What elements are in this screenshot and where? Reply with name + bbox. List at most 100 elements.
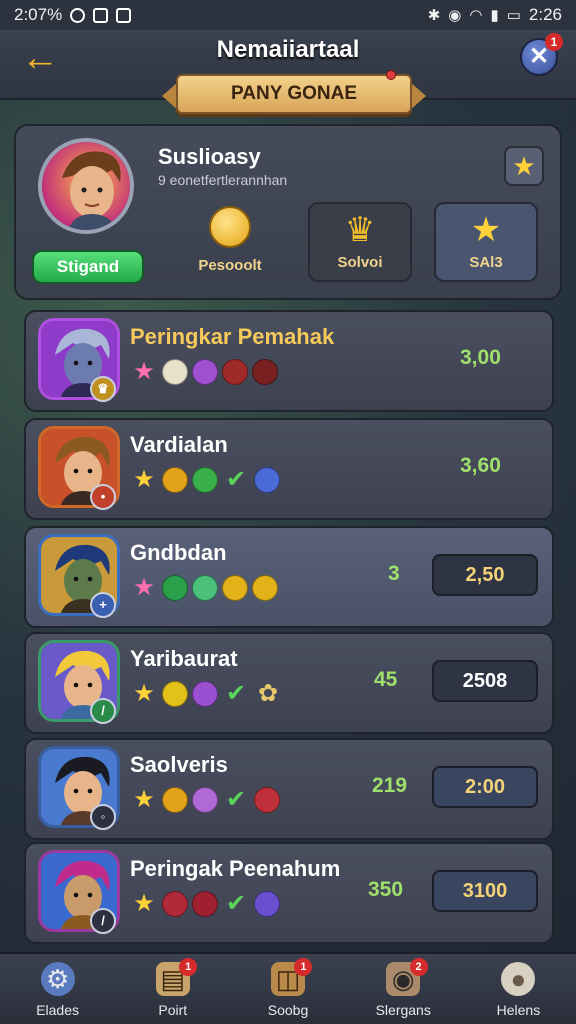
nav-item-slergans[interactable]: ◉ 2 Slergans <box>346 954 461 1024</box>
gem-icon <box>162 575 188 601</box>
score-button[interactable]: 3100 <box>432 870 538 912</box>
player-name: Vardialan <box>130 432 228 457</box>
gem-icon <box>252 359 278 385</box>
coin-icon <box>162 681 188 707</box>
photo-icon <box>116 7 132 23</box>
player-score: 3,00 <box>460 346 501 369</box>
player-name: Yaribaurat <box>130 646 238 671</box>
level-badge: + <box>90 592 116 618</box>
signal-icon: ▮ <box>490 7 499 24</box>
coin-icon <box>252 575 278 601</box>
coin-icon <box>209 206 251 248</box>
gem-icon <box>192 575 218 601</box>
player-name: Peringkar Pemahak <box>130 324 335 349</box>
star-icon: ★ <box>133 574 155 601</box>
shield-icon <box>162 359 188 385</box>
badge-list: ★ <box>130 574 278 602</box>
app-icon <box>93 7 109 23</box>
badge-list: ★ ✔ <box>130 890 280 918</box>
gem-icon <box>254 467 280 493</box>
player-score: 3 <box>388 562 400 585</box>
check-icon: ✔ <box>225 466 247 493</box>
score-button[interactable]: 2:00 <box>432 766 538 808</box>
check-icon: ✔ <box>225 890 247 917</box>
gem-icon <box>254 891 280 917</box>
player-name: Gndbdan <box>130 540 227 565</box>
stat-stars[interactable]: ★ SAl3 <box>434 202 538 282</box>
gear-icon: ⚙ <box>40 962 75 996</box>
player-name: Saolveris <box>130 752 228 777</box>
notification-badge: 1 <box>294 958 313 976</box>
flower-icon: ✿ <box>257 680 279 707</box>
crown-icon: ♛ <box>344 211 376 249</box>
notification-badge: 1 <box>179 958 198 976</box>
star-icon: ★ <box>133 680 155 707</box>
profile-name: Suslioasy <box>158 144 261 169</box>
battery-icon: ▭ <box>506 7 521 24</box>
star-icon: ★ <box>133 890 155 917</box>
profile-subtitle: 9 eonetfertlerannhan <box>158 172 288 188</box>
status-bar: 2:07% ✱ ◉ ◠ ▮ ▭ 2:26 <box>0 0 576 30</box>
hero-portrait-icon <box>42 142 130 230</box>
badge-list: ★ ✔ ✿ <box>130 680 282 708</box>
player-score: 45 <box>374 668 398 691</box>
level-badge: • <box>90 484 116 510</box>
badge-list: ★ <box>130 358 278 386</box>
nfc-icon: ◉ <box>448 7 462 24</box>
favorite-star-button[interactable]: ★ <box>504 146 544 186</box>
gem-icon <box>192 359 218 385</box>
star-icon: ★ <box>133 466 155 493</box>
nav-label: Helens <box>496 1002 541 1018</box>
notification-icon <box>70 7 86 23</box>
title-banner: PANY GONAE <box>176 74 412 114</box>
coin-icon <box>162 787 188 813</box>
leaderboard-row[interactable]: ♛ Peringkar Pemahak ★ 3,00 <box>24 310 554 412</box>
nav-item-elades[interactable]: ⚙ Elades <box>0 954 115 1024</box>
notification-badge: 1 <box>545 33 563 51</box>
level-badge: ♛ <box>90 376 116 402</box>
score-button[interactable]: 2,50 <box>432 554 538 596</box>
star-icon: ★ <box>133 786 155 813</box>
nav-label: Soobg <box>267 1002 309 1018</box>
bluetooth-icon: ✱ <box>427 7 441 24</box>
banner-ribbon-right <box>410 82 426 110</box>
gem-icon <box>192 891 218 917</box>
nav-label: Elades <box>36 1002 79 1018</box>
check-icon: ✔ <box>225 786 247 813</box>
bottom-nav: ⚙ Elades ▤ 1 Poirt ◫ 1 Soobg ◉ 2 Slergan… <box>0 952 576 1024</box>
banner-gem-icon <box>386 70 396 80</box>
nav-label: Poirt <box>158 1002 188 1018</box>
nav-item-helens[interactable]: ● Helens <box>461 954 576 1024</box>
stat-solvoi[interactable]: ♛ Solvoi <box>308 202 412 282</box>
leaderboard-row[interactable]: / Peringak Peenahum ★ ✔ 350 3100 <box>24 842 554 944</box>
nav-item-soobg[interactable]: ◫ 1 Soobg <box>230 954 345 1024</box>
check-icon: ✔ <box>225 680 247 707</box>
stat-points[interactable]: Pesooolt <box>178 202 282 282</box>
badge-list: ★ ✔ <box>130 466 280 494</box>
coin-icon <box>162 467 188 493</box>
gem-icon <box>192 787 218 813</box>
player-score: 350 <box>368 878 404 901</box>
level-badge: / <box>90 908 116 934</box>
star-icon: ★ <box>470 211 502 249</box>
badge-list: ★ ✔ <box>130 786 280 814</box>
status-time-right: 2:26 <box>528 5 562 24</box>
gem-icon <box>254 787 280 813</box>
avatar[interactable] <box>38 138 134 234</box>
nav-item-poirt[interactable]: ▤ 1 Poirt <box>115 954 230 1024</box>
stat-label: SAl3 <box>469 254 503 271</box>
profile-panel: Suslioasy 9 eonetfertlerannhan Stigand ★… <box>14 124 562 300</box>
player-score: 219 <box>372 774 408 797</box>
player-name: Peringak Peenahum <box>130 856 341 881</box>
gem-icon <box>222 359 248 385</box>
level-badge: / <box>90 698 116 724</box>
gem-icon <box>192 467 218 493</box>
leaderboard-row[interactable]: + Gndbdan ★ 3 2,50 <box>24 526 554 628</box>
rank-button[interactable]: Stigand <box>32 250 144 284</box>
score-button[interactable]: 2508 <box>432 660 538 702</box>
leaderboard-row[interactable]: / Yaribaurat ★ ✔ ✿ 45 2508 <box>24 632 554 734</box>
player-score: 3,60 <box>460 454 501 477</box>
leaderboard-row[interactable]: ◦ Saolveris ★ ✔ 219 2:00 <box>24 738 554 840</box>
leaderboard-row[interactable]: • Vardialan ★ ✔ 3,60 <box>24 418 554 520</box>
notification-badge: 2 <box>409 958 428 976</box>
